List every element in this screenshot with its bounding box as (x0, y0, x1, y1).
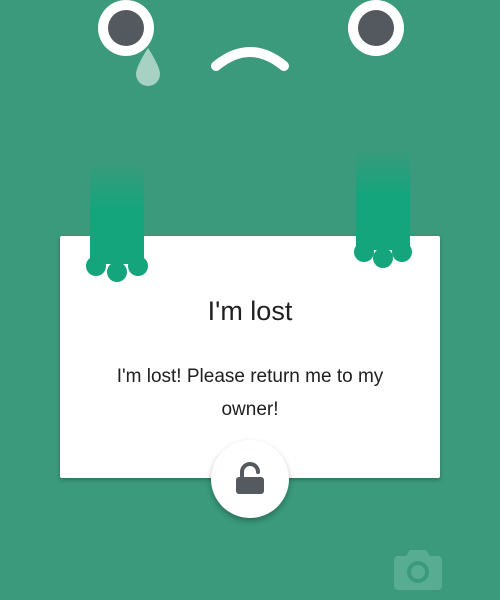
right-paw (354, 150, 412, 268)
unlock-icon (236, 462, 264, 494)
sad-face (0, 0, 500, 120)
left-paw (86, 164, 148, 282)
card-message: I'm lost! Please return me to my owner! (116, 366, 384, 420)
unlock-button[interactable] (211, 440, 289, 518)
camera-button[interactable] (394, 546, 442, 590)
card-title: I'm lost (207, 296, 293, 326)
camera-icon (394, 550, 442, 590)
right-eye (348, 0, 404, 56)
tear-drop (136, 48, 160, 86)
mouth (211, 47, 289, 71)
